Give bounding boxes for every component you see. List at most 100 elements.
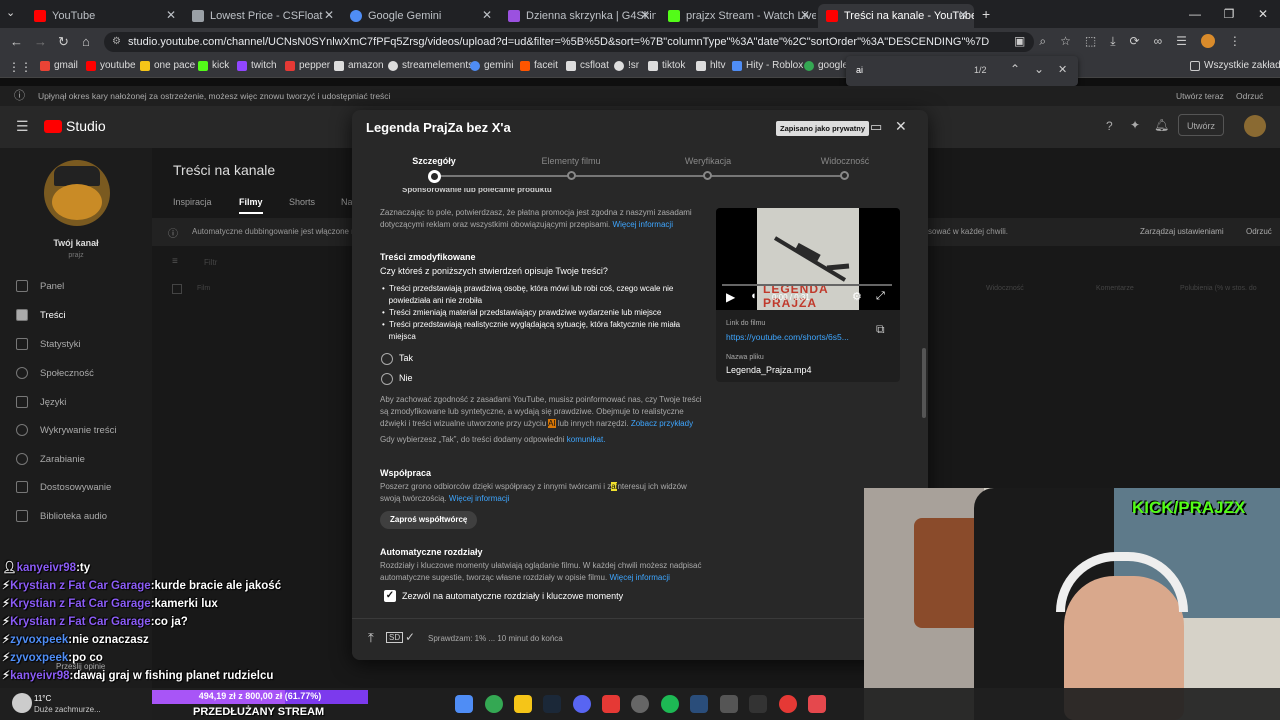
dialog-scrollbar[interactable] bbox=[922, 348, 926, 418]
bookmark-star-icon[interactable]: ☆ bbox=[1060, 34, 1071, 49]
nav-audio-library[interactable]: Biblioteka audio bbox=[16, 510, 107, 522]
bookmark-streamelements[interactable]: streamelements bbox=[388, 60, 473, 71]
link-icon[interactable]: ∞ bbox=[1154, 34, 1163, 49]
screenshot-icon[interactable]: ▣ bbox=[1014, 34, 1025, 49]
close-icon[interactable]: ✕ bbox=[800, 8, 810, 22]
all-bookmarks[interactable]: Wszystkie zakładki bbox=[1190, 60, 1280, 71]
find-close-icon[interactable]: ✕ bbox=[1058, 63, 1067, 76]
download-icon[interactable]: ⤓ bbox=[1110, 34, 1115, 49]
windows-start-icon[interactable] bbox=[455, 695, 473, 713]
find-input[interactable]: ai bbox=[856, 65, 863, 75]
reading-list-icon[interactable]: ☰ bbox=[1176, 34, 1187, 49]
filter-label[interactable]: Filtr bbox=[204, 258, 217, 267]
brave-icon[interactable] bbox=[602, 695, 620, 713]
radio-yes-label[interactable]: Tak bbox=[399, 353, 413, 363]
more-info-link[interactable]: Więcej informacji bbox=[613, 220, 673, 229]
step-video-elements[interactable]: Elementy filmu bbox=[541, 156, 600, 166]
nav-customization[interactable]: Dostosowywanie bbox=[16, 481, 111, 493]
bookmark-google[interactable]: google bbox=[804, 60, 848, 71]
sync-icon[interactable]: ⟳ bbox=[1130, 34, 1140, 49]
radio-no-label[interactable]: Nie bbox=[399, 373, 413, 383]
step-details[interactable]: Szczegóły bbox=[412, 156, 456, 166]
chevron-down-icon[interactable]: ⌄ bbox=[1034, 62, 1044, 76]
bookmark-gmail[interactable]: gmail bbox=[40, 60, 78, 71]
profile-avatar[interactable] bbox=[1200, 34, 1215, 48]
close-icon[interactable]: ✕ bbox=[166, 8, 176, 22]
bookmark-sr[interactable]: !sr bbox=[614, 60, 639, 71]
notifications-icon[interactable]: 🔔︎ bbox=[1154, 118, 1169, 132]
steam-icon[interactable] bbox=[543, 695, 561, 713]
invite-collaborator-button[interactable]: Zaproś współtwórcę bbox=[380, 511, 478, 529]
nav-dashboard[interactable]: Panel bbox=[16, 280, 64, 292]
ai-sparkle-icon[interactable]: ✦ bbox=[1130, 118, 1140, 132]
bookmark-faceit[interactable]: faceit bbox=[520, 60, 558, 71]
tab-videos[interactable]: Filmy bbox=[239, 197, 263, 207]
site-info-icon[interactable]: ⚙ bbox=[112, 32, 121, 52]
obs-icon[interactable] bbox=[631, 695, 649, 713]
nav-community[interactable]: Społeczność bbox=[16, 367, 94, 379]
reload-icon[interactable]: ↻ bbox=[58, 34, 69, 50]
tab-youtube-studio[interactable]: Treści na kanale - YouTube Studi... ✕ bbox=[818, 4, 974, 28]
auto-chapters-label[interactable]: Zezwól na automatyczne rozdziały i klucz… bbox=[402, 591, 623, 601]
discord-icon[interactable] bbox=[573, 695, 591, 713]
tab-kick[interactable]: prajzx Stream - Watch Live on K... ✕ bbox=[660, 4, 816, 28]
url-input[interactable]: ⚙ studio.youtube.com/channel/UCNsN0SYnlw… bbox=[104, 32, 1034, 52]
bookmark-amazon[interactable]: amazon bbox=[334, 60, 384, 71]
maximize-icon[interactable]: ❐ bbox=[1212, 0, 1246, 28]
close-icon[interactable]: ✕ bbox=[958, 8, 968, 22]
bookmark-tiktok[interactable]: tiktok bbox=[648, 60, 685, 71]
create-button[interactable]: Utwórz bbox=[1178, 114, 1225, 136]
channel-avatar[interactable] bbox=[44, 160, 110, 226]
manage-settings-link[interactable]: Zarządzaj ustawieniami bbox=[1140, 227, 1224, 236]
window-close-icon[interactable]: ✕ bbox=[1246, 0, 1280, 28]
step-checks[interactable]: Weryfikacja bbox=[685, 156, 731, 166]
nav-content[interactable]: Treści bbox=[16, 309, 66, 321]
nav-languages[interactable]: Języki bbox=[16, 396, 66, 408]
select-all-checkbox[interactable] bbox=[172, 284, 182, 294]
bookmark-twitch[interactable]: twitch bbox=[237, 60, 277, 71]
menu-icon[interactable]: ⋮ bbox=[1229, 34, 1241, 49]
bookmark-gemini[interactable]: gemini bbox=[470, 60, 513, 71]
tab-shorts[interactable]: Shorts bbox=[289, 197, 315, 207]
tab-csfloat[interactable]: Lowest Price - CSFloat ✕ bbox=[184, 4, 340, 28]
file-explorer-icon[interactable] bbox=[514, 695, 532, 713]
spotify-icon[interactable] bbox=[661, 695, 679, 713]
bookmark-one-pace[interactable]: one pace bbox=[140, 60, 195, 71]
zoom-icon[interactable]: ⌕ bbox=[1039, 34, 1046, 49]
close-icon[interactable]: ✕ bbox=[640, 8, 650, 22]
bookmark-pepper[interactable]: pepper bbox=[285, 60, 330, 71]
hamburger-icon[interactable]: ☰ bbox=[16, 118, 29, 135]
tab-youtube[interactable]: YouTube ✕ bbox=[26, 4, 182, 28]
app-icon[interactable] bbox=[720, 695, 738, 713]
tab-g4skins[interactable]: Dzienna skrzynka | G4Skins - O... ✕ bbox=[500, 4, 656, 28]
help-icon[interactable]: ? bbox=[1106, 119, 1113, 133]
auto-chapters-checkbox[interactable]: ✓ bbox=[384, 590, 396, 602]
fullscreen-icon[interactable]: ⤢ bbox=[876, 290, 885, 303]
copy-icon[interactable]: ⧉ bbox=[876, 322, 885, 337]
app-icon[interactable] bbox=[808, 695, 826, 713]
chrome-icon[interactable] bbox=[485, 695, 503, 713]
nav-analytics[interactable]: Statystyki bbox=[16, 338, 81, 350]
bookmark-youtube[interactable]: youtube bbox=[86, 60, 136, 71]
dismiss-dubbing[interactable]: Odrzuć bbox=[1246, 227, 1272, 236]
app-icon[interactable] bbox=[690, 695, 708, 713]
feedback-icon[interactable]: ▭ bbox=[870, 119, 882, 135]
step-visibility[interactable]: Widoczność bbox=[821, 156, 870, 166]
radio-no[interactable] bbox=[381, 373, 393, 385]
home-icon[interactable]: ⌂ bbox=[82, 34, 90, 49]
dismiss-notice[interactable]: Odrzuć bbox=[1236, 86, 1263, 106]
extensions-icon[interactable]: ⬚ bbox=[1085, 34, 1096, 49]
new-tab-icon[interactable]: + bbox=[982, 6, 990, 22]
chapters-more-info-link[interactable]: Więcej informacji bbox=[609, 573, 669, 582]
bookmark-hltv[interactable]: hltv bbox=[696, 60, 726, 71]
chevron-up-icon[interactable]: ⌃ bbox=[1010, 62, 1020, 76]
radio-yes[interactable] bbox=[381, 353, 393, 365]
dialog-close-icon[interactable]: ✕ bbox=[895, 118, 907, 135]
bookmark-csfloat[interactable]: csfloat bbox=[566, 60, 609, 71]
app-icon[interactable] bbox=[749, 695, 767, 713]
apps-icon[interactable]: ⋮⋮ bbox=[8, 60, 32, 74]
weather-icon[interactable] bbox=[12, 693, 32, 713]
video-link[interactable]: https://youtube.com/shorts/6s5... bbox=[726, 332, 849, 342]
scrub-bar[interactable] bbox=[722, 284, 892, 286]
forward-icon[interactable]: → bbox=[34, 34, 47, 49]
